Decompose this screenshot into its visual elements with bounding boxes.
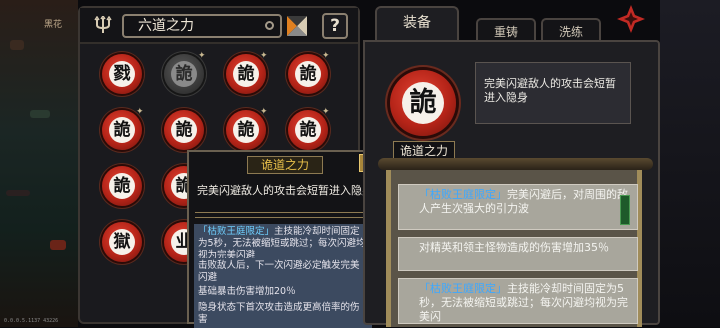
close-icon[interactable] [616,4,646,34]
tooltip-title: 诡道之力 [247,156,323,174]
equipped-description: 完美闪避敌人的攻击会短暂进入隐身 [475,62,631,124]
divider [195,212,373,218]
game-background-right [660,0,720,327]
effect-text: 击败敌人后，下一次闪避必定触发完美闪避 [198,260,360,283]
equipped-rune[interactable]: 詭 [390,70,456,136]
game-background-left [0,0,78,327]
star-icon: ✦ [322,107,330,117]
help-button[interactable]: ? [322,13,348,39]
effect-text: 对精英和领主怪物造成的伤害增加35％ [419,241,609,254]
rune-slot[interactable]: 詭 [164,110,204,150]
effect-text: 基础暴击伤害增加20％ [198,286,296,297]
tooltip-effect: 基础暴击伤害增加20％ [194,284,372,300]
rune-glyph: 詭 [233,117,259,143]
rune-slot[interactable]: 獄 [102,222,142,262]
equipped-rune-glyph: 詭 [402,82,444,124]
panel-header: 六道之力 ? [80,8,358,44]
star-icon: ✦ [136,107,144,117]
effect-text: 隐身状态下首次攻击造成更高倍率的伤害 [198,302,360,325]
rune-glyph: 詭 [109,173,135,199]
rune-glyph: 詭 [109,117,135,143]
effect-box: 「枯败王庭限定」主技能冷却时间固定为5秒，无法被缩短或跳过；每次闪避均视为完美闪 [398,278,638,324]
corner-label: 黑花 [44,20,63,30]
effect-tag: 「枯败王庭限定」 [419,188,507,201]
star-icon: ✦ [198,51,206,61]
rune-glyph: 詭 [295,117,321,143]
rune-glyph: 詭 [171,117,197,143]
rune-glyph: 獄 [109,229,135,255]
star-icon: ✦ [260,51,268,61]
version-text: 0.0.0.5.1137 43226 [4,318,59,324]
effect-tag: 「枯败王庭限定」 [198,226,275,237]
trident-icon[interactable] [92,16,114,34]
tassel-ornament [620,195,630,225]
scroll-rod [378,158,653,170]
rune-glyph: 詭 [171,61,197,87]
rune-slot[interactable]: 戮 [102,54,142,94]
effect-tag: 「枯败王庭限定」 [419,282,507,295]
rune-slot[interactable]: 詭 [102,166,142,206]
tooltip-effect: 隐身状态下首次攻击造成更高倍率的伤害 [194,300,372,328]
effect-box: 对精英和领主怪物造成的伤害增加35％ [398,237,638,271]
rune-tooltip: 诡道之力 完美闪避敌人的攻击会短暂进入隐身 「枯败王庭限定」主技能冷却时间固定为… [187,150,380,328]
tooltip-effect: 击败敌人后，下一次闪避必定触发完美闪避 [194,258,372,286]
rune-glyph: 詭 [295,61,321,87]
panel-title-text: 六道之力 [138,18,194,34]
gear-icon [265,21,274,30]
star-icon: ✦ [322,51,330,61]
rune-glyph: 詭 [233,61,259,87]
star-icon: ✦ [260,107,268,117]
scroll-edge [386,170,391,327]
rune-glyph: 戮 [109,61,135,87]
effect-box: 「枯败王庭限定」完美闪避后，对周围的敌人产生次强大的引力波 [398,184,638,230]
tooltip-description: 完美闪避敌人的攻击会短暂进入隐身 [197,184,373,197]
panel-title: 六道之力 [122,14,282,38]
tab-wash[interactable]: 洗练 [541,18,601,40]
compare-icon[interactable] [286,15,308,37]
tab-recast[interactable]: 重铸 [476,18,536,40]
tab-equip[interactable]: 装备 [375,6,459,40]
